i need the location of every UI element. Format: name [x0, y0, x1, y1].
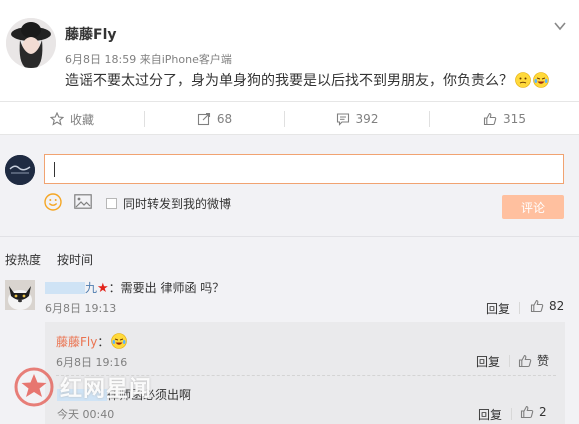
reply-like-divider — [519, 302, 520, 314]
thumbs-up-icon — [530, 299, 544, 313]
post-text-body: 造谣不要太过分了，身为单身狗的我要是以后找不到男朋友，你负责么？ — [65, 73, 513, 89]
favorite-label: 收藏 — [69, 112, 94, 127]
weibo-post: 藤藤Fly 6月8日 18:59 来自iPhone客户端 造谣不要太过分了，身为… — [0, 0, 579, 101]
submit-comment-button[interactable]: 评论 — [502, 195, 564, 219]
reply-like-count: 2 — [539, 405, 547, 419]
like-count: 315 — [503, 112, 526, 126]
reply-button[interactable]: 回复 — [486, 300, 510, 317]
commenter-name-redacted[interactable] — [45, 282, 85, 294]
thumbs-up-icon — [483, 112, 497, 126]
comment-input[interactable] — [44, 154, 564, 184]
laugh-cry-emoji-icon — [111, 333, 128, 349]
comment-icon — [336, 113, 349, 126]
post-meta: 6月8日 18:59 来自iPhone客户端 — [65, 51, 232, 67]
comment-count: 392 — [355, 112, 379, 126]
repost-count: 68 — [216, 112, 233, 126]
commenter-avatar[interactable] — [5, 280, 35, 310]
thumbs-up-icon — [520, 405, 534, 419]
reply-date-2: 今天 00:40 — [57, 408, 115, 421]
like-button[interactable]: 315 — [430, 102, 579, 136]
sync-repost-label[interactable]: 同时转发到我的微博 — [123, 195, 231, 212]
source-prefix: 来自 — [139, 53, 162, 66]
reply-button[interactable]: 回复 — [476, 353, 500, 370]
sync-repost-checkbox[interactable] — [106, 197, 117, 209]
sort-options: 按热度 按时间 — [5, 251, 109, 268]
reply-like-divider — [509, 355, 510, 367]
emoji-icon[interactable] — [44, 192, 62, 214]
post-text: 造谣不要太过分了，身为单身狗的我要是以后找不到男朋友，你负责么？ — [65, 70, 549, 90]
post-action-bar: 收藏 68 392 315 — [0, 101, 579, 135]
post-source[interactable]: iPhone客户端 — [162, 53, 232, 66]
thumbs-up-icon — [518, 354, 532, 367]
doubt-emoji-icon — [515, 72, 531, 88]
reply-like-button[interactable]: 赞 — [518, 352, 549, 369]
comment-like-count: 82 — [549, 299, 565, 313]
comment-date: 6月8日 19:13 — [45, 302, 117, 315]
reply-author[interactable]: 藤藤Fly — [56, 335, 97, 349]
repost-button[interactable]: 68 — [145, 102, 284, 136]
chevron-down-icon[interactable] — [553, 18, 567, 32]
sort-by-hot[interactable]: 按热度 — [5, 253, 41, 267]
favorite-button[interactable]: 收藏 — [0, 102, 144, 136]
author-name[interactable]: 藤藤Fly — [65, 24, 117, 44]
image-icon[interactable] — [74, 194, 92, 212]
star-outline-icon — [49, 112, 64, 126]
watermark-text: 红网星闻 — [60, 377, 153, 402]
comment-text: ：需要出 律师函 吗？ — [108, 281, 225, 295]
author-avatar[interactable] — [6, 18, 56, 68]
my-avatar[interactable] — [5, 155, 35, 185]
composer-tools: 同时转发到我的微博 — [44, 192, 231, 214]
post-date[interactable]: 6月8日 18:59 — [65, 53, 136, 66]
commenter-name-suffix[interactable]: 九 — [85, 281, 97, 295]
reply-like-divider — [511, 408, 512, 420]
repost-icon — [197, 112, 210, 126]
text-caret — [54, 162, 55, 177]
reply-like-button[interactable]: 2 — [520, 405, 547, 419]
section-divider — [0, 236, 579, 237]
reply-like-label: 赞 — [537, 354, 550, 368]
comment-line: 九★：需要出 律师函 吗？ — [45, 279, 224, 296]
reply-line: 藤藤Fly： — [56, 333, 128, 350]
reply-button[interactable]: 回复 — [478, 406, 502, 423]
comment-like-button[interactable]: 82 — [530, 299, 564, 313]
comment-button[interactable]: 392 — [285, 102, 429, 136]
laugh-cry-emoji-icon — [533, 72, 549, 88]
verified-star-icon: ★ — [97, 281, 109, 296]
sort-by-time[interactable]: 按时间 — [57, 253, 93, 267]
reply-text: ： — [97, 335, 110, 349]
